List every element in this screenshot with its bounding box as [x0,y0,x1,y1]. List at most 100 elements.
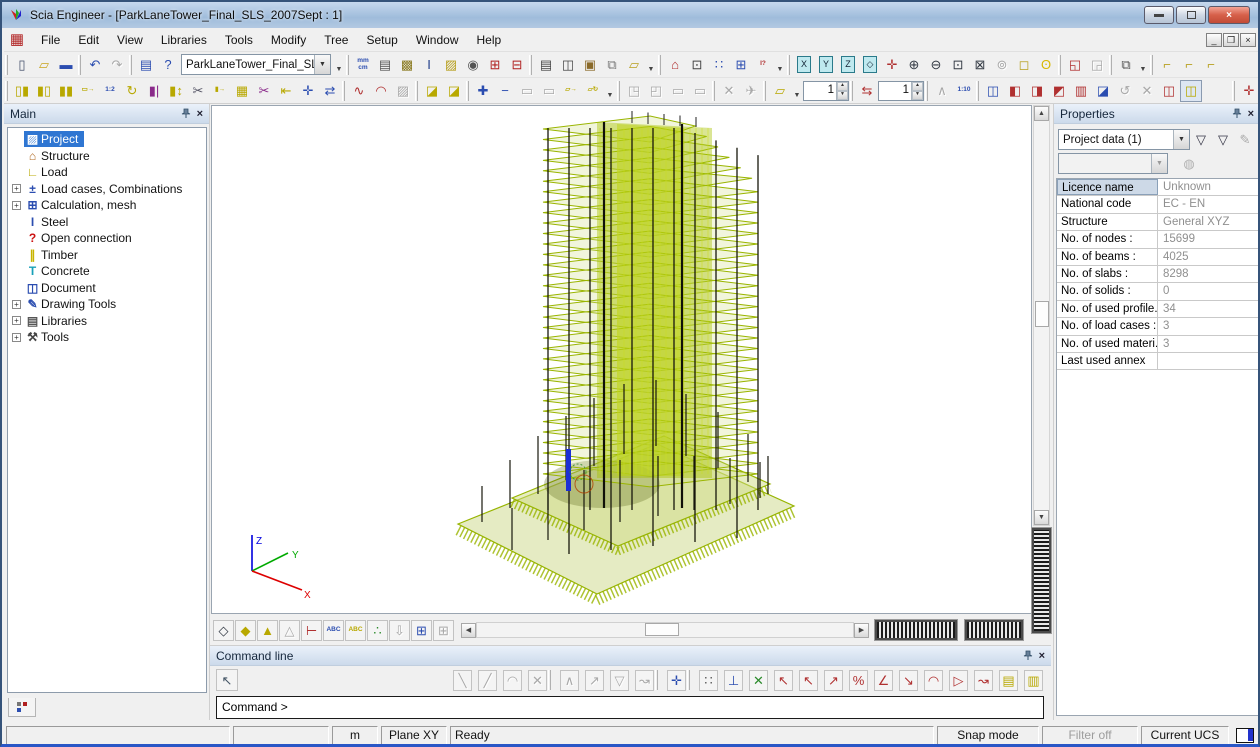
view-y-button[interactable]: Y [815,54,837,76]
toolbar-grip[interactable] [529,55,532,75]
menu-edit[interactable]: Edit [69,29,108,51]
property-row[interactable]: National codeEC - EN [1057,196,1258,213]
copy-member-button[interactable]: ▮▯ [33,80,55,102]
property-row[interactable]: No. of used profile...34 [1057,301,1258,318]
toolbar-grip[interactable] [1109,55,1112,75]
spin-up-icon[interactable]: ▲ [912,82,923,91]
sidebar-item-load-cases-combinations[interactable]: +±Load cases, Combinations [8,181,206,198]
snap-midpoint-button[interactable]: ↗ [824,670,843,691]
snap-endpoint-button[interactable]: ↖ [774,670,793,691]
property-row[interactable]: No. of nodes :15699 [1057,231,1258,248]
units-cell[interactable]: m [332,726,378,745]
property-row[interactable]: StructureGeneral XYZ [1057,214,1258,231]
zoom-window-button[interactable]: ⊡ [947,54,969,76]
extend-button[interactable]: ▮→ [209,80,231,102]
open-button[interactable]: ▱ [33,54,55,76]
toolbar-grip[interactable] [787,55,790,75]
pin-icon[interactable] [1232,108,1242,119]
menu-libraries[interactable]: Libraries [152,29,216,51]
cursor-snap-button[interactable]: ✛ [667,670,686,691]
minimize-button[interactable] [1144,6,1174,24]
bim-home-button[interactable]: ⌂ [664,54,686,76]
light-button[interactable]: ʘ [1035,54,1057,76]
layer-more-dropdown-icon[interactable]: ▼ [1137,54,1149,76]
move-node-button[interactable]: ▭→ [77,80,99,102]
add-entity-button[interactable]: ✚ [472,80,494,102]
spin-up-icon[interactable]: ▲ [837,82,848,91]
solid-render-button[interactable]: ◆ [235,620,256,641]
toolbar-grip[interactable] [129,55,132,75]
sidebar-item-document[interactable]: ◫Document [8,280,206,297]
toolbar-grip[interactable] [763,81,766,101]
property-row[interactable]: No. of solids :0 [1057,283,1258,300]
free-bar-button[interactable]: ⌐ [1156,54,1178,76]
view-new-window-button[interactable]: ⊞ [411,620,432,641]
axes-display-button[interactable]: ∴ [367,620,388,641]
menu-tools[interactable]: Tools [216,29,262,51]
line-grid-button[interactable]: ⊞ [730,54,752,76]
materials-button[interactable]: ▩ [396,54,418,76]
selection-circle-button[interactable]: ◉ [462,54,484,76]
member-info-button[interactable]: I? [752,54,774,76]
scale-spinner[interactable]: 1▲▼ [803,81,849,101]
combo-overflow-dropdown-icon[interactable]: ▼ [333,54,345,76]
remove-entity-button[interactable]: − [494,80,516,102]
catalog-folder-button[interactable]: ▱ [769,80,791,102]
snap-tangent-button[interactable]: ↘ [899,670,918,691]
menu-window[interactable]: Window [407,29,468,51]
filter-funnel-icon[interactable]: ▽ [1190,130,1212,150]
undo-button[interactable]: ↶ [84,54,106,76]
mesh-button[interactable]: ⊟ [506,54,528,76]
table-edit-button[interactable]: ▦ [231,80,253,102]
minimized-window-1[interactable] [875,620,957,640]
view-axo-button[interactable]: ◇ [859,54,881,76]
menu-file[interactable]: File [32,29,69,51]
pointer-button[interactable]: ↖ [216,669,238,691]
filter-cell[interactable]: Filter off [1042,726,1138,745]
pin-icon[interactable] [181,108,191,119]
mdi-restore-button[interactable]: ❐ [1223,33,1239,47]
zoom-in-button[interactable]: ⊕ [903,54,925,76]
user-rotate-button[interactable]: ▱↻ [582,80,604,102]
sidebar-item-structure[interactable]: ⌂Structure [8,148,206,165]
toolbar-grip[interactable] [346,55,349,75]
zoom-all-button[interactable]: ⊠ [969,54,991,76]
properties-close-icon[interactable]: × [1248,108,1254,120]
ucs-cell[interactable]: Current UCS [1141,726,1229,745]
shading-button[interactable]: ▲ [257,620,278,641]
snap-table-button[interactable]: ▤ [999,670,1018,691]
free-node-button[interactable]: ⌐ [1200,54,1222,76]
align-members-button[interactable]: ⇤ [275,80,297,102]
document-button[interactable]: ▣ [579,54,601,76]
page-edit-more-dropdown-icon[interactable]: ▼ [645,54,657,76]
mdi-minimize-button[interactable]: _ [1206,33,1222,47]
view-x-button[interactable]: X [793,54,815,76]
toolbar-grip[interactable] [712,81,715,101]
spin-down-icon[interactable]: ▼ [912,91,923,100]
snap-arc-center-button[interactable]: ◠ [924,670,943,691]
property-row[interactable]: No. of used materi...3 [1057,336,1258,353]
view-in-window-button[interactable]: ◱ [1064,54,1086,76]
user-copy-button[interactable]: ▱→ [560,80,582,102]
snap-percent-button[interactable]: % [849,670,868,691]
sidebar-item-drawing-tools[interactable]: +✎Drawing Tools [8,296,206,313]
expand-icon[interactable]: + [12,184,21,193]
property-row[interactable]: No. of load cases :3 [1057,318,1258,335]
sidebar-item-load[interactable]: ∟Load [8,164,206,181]
view-z-button[interactable]: Z [837,54,859,76]
expand-icon[interactable]: + [12,300,21,309]
main-panel-tab[interactable] [8,698,36,717]
toolbar-grip[interactable] [850,81,853,101]
main-panel-close-icon[interactable]: × [197,108,203,120]
rotate-member-button[interactable]: ↻ [121,80,143,102]
trim-button[interactable]: ✂ [187,80,209,102]
horizontal-scrollbar[interactable] [476,622,854,638]
scale-spinner-2[interactable]: 1▲▼ [878,81,924,101]
pin-icon[interactable] [1023,650,1033,661]
close-button[interactable]: × [1208,6,1250,24]
move-member-button[interactable]: ▯▮ [11,80,33,102]
polyline-edit-button[interactable]: ∿ [348,80,370,102]
internal-edge-button[interactable]: ◪ [443,80,465,102]
spin-down-icon[interactable]: ▼ [837,91,848,100]
calculation-button[interactable]: ⊞ [484,54,506,76]
